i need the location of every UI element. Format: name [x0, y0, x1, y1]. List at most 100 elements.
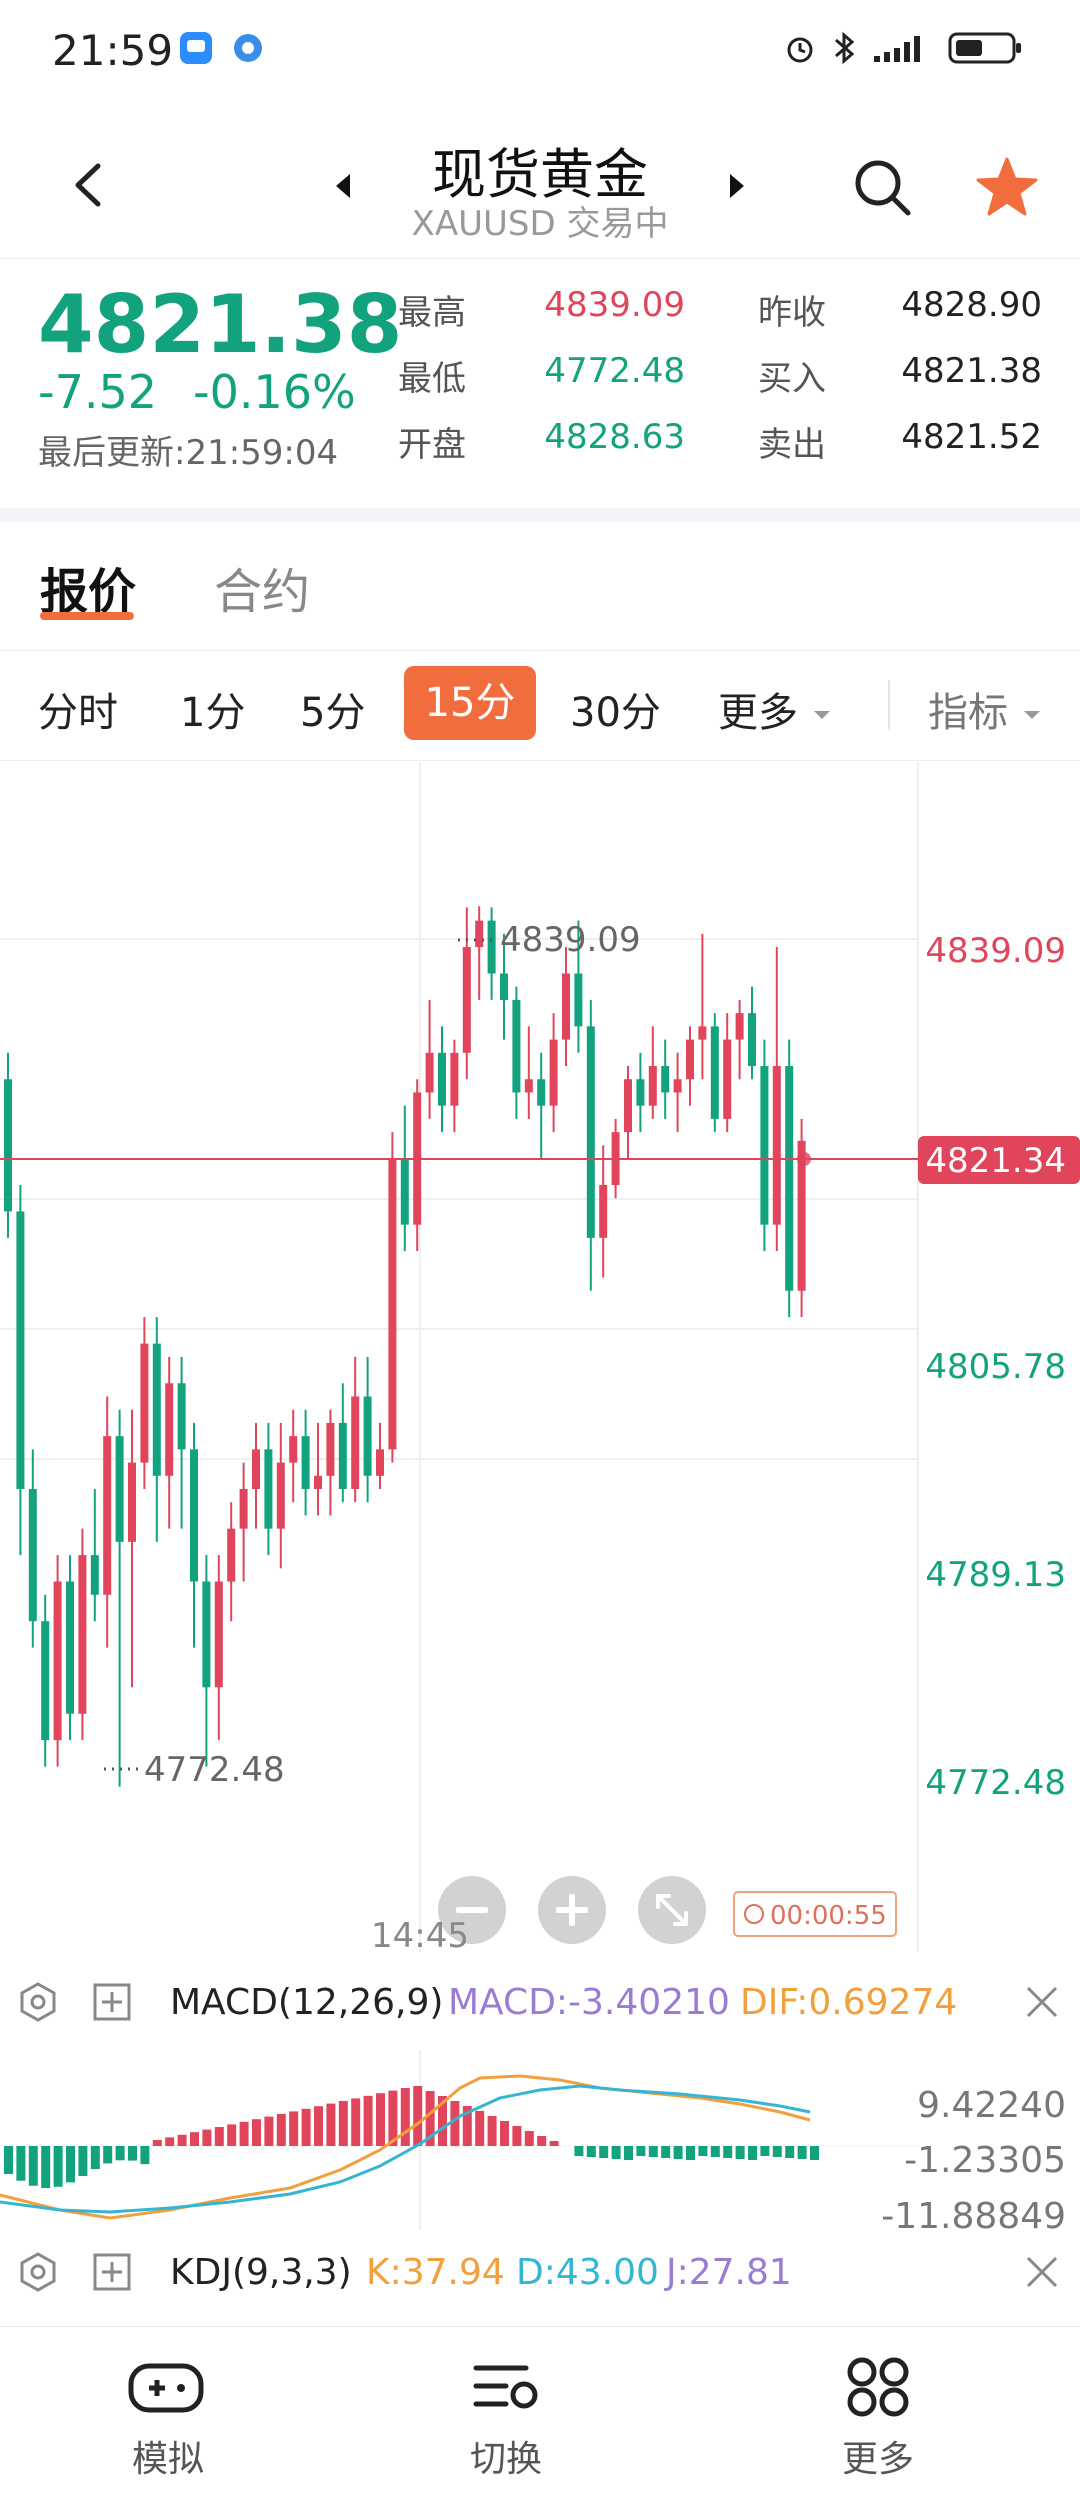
macd-bar	[227, 2124, 237, 2146]
favorite-star-icon[interactable]	[974, 155, 1040, 221]
macd-bar	[524, 2131, 534, 2146]
k-value: K:37.94	[366, 2252, 505, 2293]
macd-bar	[698, 2146, 708, 2156]
candle-body	[16, 1211, 25, 1490]
price-axis-label: 4772.48	[925, 1763, 1066, 1803]
period-timeshare[interactable]: 分时	[38, 680, 118, 738]
candle-body	[239, 1489, 248, 1529]
period-more[interactable]: 更多	[718, 680, 833, 738]
high-marker-label: 4839.09	[500, 920, 641, 960]
macd-name: MACD(12,26,9)	[170, 1982, 444, 2023]
macd-header: MACD(12,26,9) MACD:-3.40210 DIF:0.69274	[0, 1958, 1080, 2048]
candle-body	[363, 1396, 372, 1476]
nav-switch[interactable]	[466, 2350, 546, 2424]
candle-body	[115, 1436, 124, 1542]
nav-more[interactable]	[840, 2350, 920, 2424]
change-value: -7.52	[38, 365, 158, 419]
candle-body	[314, 1475, 322, 1490]
period-5min[interactable]: 5分	[300, 680, 365, 738]
indicator-menu[interactable]: 指标	[928, 680, 1043, 738]
candle-body	[177, 1383, 186, 1450]
macd-bar	[723, 2146, 733, 2158]
candle-body	[537, 1079, 546, 1106]
search-icon[interactable]	[850, 155, 916, 221]
macd-bar	[239, 2121, 249, 2146]
macd-bar	[289, 2111, 299, 2146]
nav-more-label[interactable]: 更多	[788, 2430, 968, 2482]
stat-label-ask: 卖出	[758, 425, 826, 465]
add-indicator-icon[interactable]	[92, 2252, 132, 2292]
macd-bar	[611, 2146, 621, 2159]
candlestick-chart[interactable]: 4839.09 4772.48 4839.09 4821.34 4805.78 …	[0, 762, 1080, 1952]
close-icon[interactable]	[1022, 2252, 1062, 2292]
close-icon[interactable]	[1022, 1982, 1062, 2022]
bluetooth-icon	[826, 30, 862, 66]
stat-label-bid: 买入	[758, 359, 826, 399]
candle-body	[28, 1489, 37, 1622]
candle-body	[128, 1462, 136, 1542]
macd-bar	[735, 2146, 745, 2159]
macd-bar	[599, 2146, 609, 2158]
macd-bar	[512, 2126, 522, 2146]
section-divider	[0, 508, 1080, 522]
macd-bar	[549, 2141, 559, 2146]
nav-simulate[interactable]	[78, 2350, 213, 2424]
fullscreen-button[interactable]	[638, 1876, 706, 1944]
candle-body	[227, 1528, 236, 1582]
macd-bar	[28, 2146, 38, 2186]
candle-body	[4, 1079, 12, 1212]
period-30min[interactable]: 30分	[570, 680, 661, 738]
macd-bar	[16, 2146, 26, 2181]
price-change: -7.52 -0.16%	[38, 365, 356, 419]
candle-body	[450, 1052, 459, 1106]
chevron-down-icon	[1023, 711, 1040, 719]
candle-body	[562, 973, 570, 1040]
battery-icon	[948, 30, 1024, 66]
status-bar: 21:59	[0, 0, 1080, 100]
macd-bar	[413, 2086, 423, 2146]
period-divider	[888, 680, 890, 730]
gamepad-icon	[128, 2363, 204, 2413]
macd-bar	[772, 2146, 782, 2157]
alarm-icon	[782, 30, 818, 66]
macd-bar	[128, 2146, 137, 2161]
settings-icon[interactable]	[16, 2250, 60, 2294]
kdj-name: KDJ(9,3,3)	[170, 2252, 352, 2293]
macd-bar	[624, 2146, 633, 2160]
candle-body	[599, 1184, 608, 1238]
candle-body	[772, 1066, 781, 1225]
period-1min[interactable]: 1分	[180, 680, 245, 738]
macd-bar	[748, 2146, 757, 2160]
stat-value-low: 4772.48	[544, 351, 685, 391]
settings-icon[interactable]	[16, 1980, 60, 2024]
signal-icon	[868, 30, 938, 66]
candle-body	[400, 1158, 409, 1225]
stat-label-high: 最高	[398, 293, 466, 333]
periods-divider	[0, 760, 1080, 761]
macd-bar	[487, 2116, 497, 2146]
candle-body	[388, 1158, 397, 1450]
dif-value: DIF:0.69274	[740, 1982, 958, 2023]
macd-bar	[4, 2146, 13, 2174]
candle-body	[636, 1079, 645, 1106]
stat-label-low: 最低	[398, 359, 466, 399]
period-15min[interactable]: 15分	[404, 666, 536, 740]
next-symbol-icon[interactable]	[722, 168, 752, 204]
macd-value: MACD:-3.40210	[448, 1982, 730, 2023]
grid-icon	[847, 2357, 909, 2417]
nav-simulate-label[interactable]: 模拟	[78, 2430, 258, 2482]
add-indicator-icon[interactable]	[92, 1982, 132, 2022]
macd-bar	[177, 2134, 187, 2146]
macd-bar	[276, 2114, 286, 2146]
candle-body	[264, 1449, 273, 1529]
candle-body	[214, 1581, 223, 1688]
candle-body	[624, 1079, 632, 1133]
macd-bar	[710, 2146, 720, 2157]
nav-switch-label[interactable]: 切换	[416, 2430, 596, 2482]
candle-body	[53, 1581, 62, 1741]
macd-bar	[326, 2103, 336, 2146]
candle-body	[710, 1026, 719, 1119]
zoom-in-button[interactable]	[538, 1876, 606, 1944]
tab-contract[interactable]: 合约	[214, 552, 310, 622]
stat-value-prev-close: 4828.90	[901, 285, 1042, 325]
